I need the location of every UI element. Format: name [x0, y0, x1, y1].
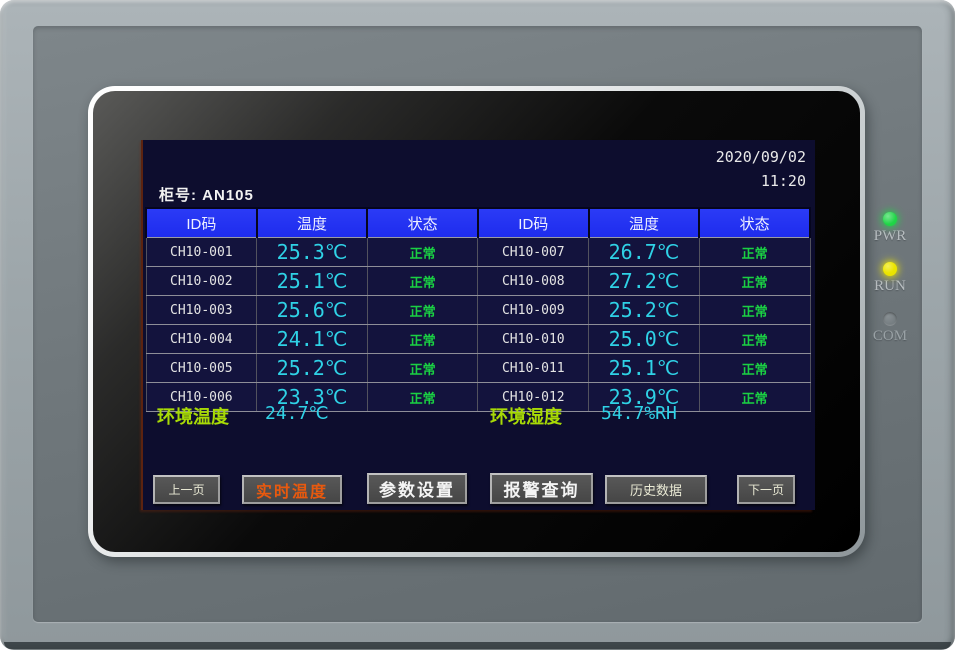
nav-button-realtime-temp[interactable]: 实时温度 [242, 475, 342, 504]
ambient-humidity-value: 54.7%RH [601, 403, 677, 424]
column-header-status: 状态 [367, 208, 478, 238]
ambient-temp-value: 24.7℃ [265, 403, 329, 424]
channel-id: CH10-001 [146, 238, 257, 267]
channel-id: CH10-003 [146, 296, 257, 325]
led-indicator-strip: PWR RUN COM [860, 212, 920, 362]
nav-button-param-settings[interactable]: 参数设置 [367, 473, 467, 504]
temperature-value: 25.3℃ [257, 238, 368, 267]
status-value: 正常 [699, 267, 810, 296]
nav-button-next-page[interactable]: 下一页 [737, 475, 795, 504]
date-text: 2020/09/02 [716, 145, 806, 169]
column-header-id: ID码 [146, 208, 257, 238]
temperature-value: 25.0℃ [589, 325, 700, 354]
channel-id: CH10-011 [478, 354, 589, 383]
temperature-value: 25.1℃ [257, 267, 368, 296]
table-row: CH10-00525.2℃正常CH10-01125.1℃正常 [146, 354, 810, 383]
column-header-temp: 温度 [589, 208, 700, 238]
ambient-humidity-label: 环境湿度 [490, 403, 562, 429]
table-row: CH10-00225.1℃正常CH10-00827.2℃正常 [146, 267, 810, 296]
temperature-value: 25.1℃ [589, 354, 700, 383]
status-value: 正常 [367, 238, 478, 267]
temperature-value: 24.1℃ [257, 325, 368, 354]
led-unit-pwr: PWR [860, 212, 920, 262]
channel-id: CH10-002 [146, 267, 257, 296]
channel-id: CH10-008 [478, 267, 589, 296]
column-header-id: ID码 [478, 208, 589, 238]
ambient-temp-label: 环境温度 [157, 403, 229, 429]
pwr-led-label: PWR [860, 228, 920, 245]
temperature-value: 25.2℃ [589, 296, 700, 325]
nav-button-prev-page[interactable]: 上一页 [153, 475, 220, 504]
lcd-display: 2020/09/02 11:20 柜号: AN105 ID码温度状态ID码温度状… [143, 140, 815, 510]
channel-id: CH10-007 [478, 238, 589, 267]
table-row: CH10-00125.3℃正常CH10-00726.7℃正常 [146, 238, 810, 267]
table-row: CH10-00424.1℃正常CH10-01025.0℃正常 [146, 325, 810, 354]
temperature-value: 27.2℃ [589, 267, 700, 296]
ambient-section: 环境温度 24.7℃ 环境湿度 54.7%RH [143, 403, 815, 431]
nav-button-row: 上一页实时温度参数设置报警查询历史数据 下一页 [143, 473, 815, 507]
run-led-light [883, 262, 897, 276]
nav-button-history-data[interactable]: 历史数据 [605, 475, 707, 504]
status-value: 正常 [367, 267, 478, 296]
com-led-label: COM [860, 328, 920, 345]
time-text: 11:20 [716, 169, 806, 193]
com-led-light [883, 312, 897, 326]
screen-glass: 2020/09/02 11:20 柜号: AN105 ID码温度状态ID码温度状… [93, 91, 860, 552]
column-header-status: 状态 [699, 208, 810, 238]
hmi-panel-device: 2020/09/02 11:20 柜号: AN105 ID码温度状态ID码温度状… [0, 0, 955, 650]
status-value: 正常 [699, 238, 810, 267]
led-unit-com: COM [860, 312, 920, 362]
channel-id: CH10-005 [146, 354, 257, 383]
status-value: 正常 [367, 354, 478, 383]
panel-face: 2020/09/02 11:20 柜号: AN105 ID码温度状态ID码温度状… [33, 26, 922, 622]
cabinet-label: 柜号: AN105 [159, 184, 254, 205]
temperature-table: ID码温度状态ID码温度状态 CH10-00125.3℃正常CH10-00726… [145, 207, 811, 412]
channel-id: CH10-010 [478, 325, 589, 354]
device-bottom-edge [4, 642, 951, 649]
run-led-label: RUN [860, 278, 920, 295]
table-header-row: ID码温度状态ID码温度状态 [146, 208, 810, 238]
temperature-value: 25.2℃ [257, 354, 368, 383]
table-row: CH10-00325.6℃正常CH10-00925.2℃正常 [146, 296, 810, 325]
status-value: 正常 [367, 325, 478, 354]
datetime-display: 2020/09/02 11:20 [716, 145, 806, 193]
pwr-led-light [883, 212, 897, 226]
screen-bezel: 2020/09/02 11:20 柜号: AN105 ID码温度状态ID码温度状… [88, 86, 865, 557]
temperature-value: 26.7℃ [589, 238, 700, 267]
status-value: 正常 [699, 325, 810, 354]
nav-button-alarm-query[interactable]: 报警查询 [490, 473, 593, 504]
led-unit-run: RUN [860, 262, 920, 312]
column-header-temp: 温度 [257, 208, 368, 238]
temperature-value: 25.6℃ [257, 296, 368, 325]
status-value: 正常 [367, 296, 478, 325]
channel-id: CH10-009 [478, 296, 589, 325]
channel-id: CH10-004 [146, 325, 257, 354]
status-value: 正常 [699, 354, 810, 383]
status-value: 正常 [699, 296, 810, 325]
